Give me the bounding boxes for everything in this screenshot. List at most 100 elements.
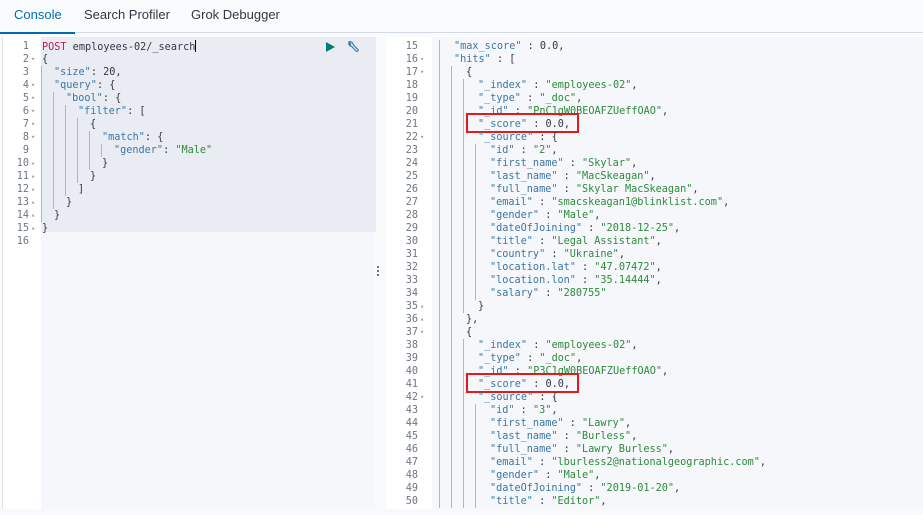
indent-guide [451,209,452,222]
indent-guide [53,170,54,183]
request-line: 7 ▾ { [3,118,375,131]
indent-guide [41,79,42,92]
tab-grok-debugger[interactable]: Grok Debugger [191,0,280,33]
fold-collapse-icon[interactable]: ▾ [420,131,424,144]
indent-guide [439,105,440,118]
line-number: 23 [405,145,418,156]
tab-search-profiler[interactable]: Search Profiler [84,0,170,33]
line-number: 19 [405,93,418,104]
line-number: 50 [405,496,418,507]
line-number: 38 [405,340,418,351]
code-text: "_source" : { [478,392,558,403]
response-line: 29 "dateOfJoining" : "2018-12-25", [386,222,923,235]
fold-expand-icon[interactable]: ▴ [31,196,35,209]
line-number: 5 [22,93,29,104]
indent-guide [451,391,452,404]
code-text: "hits" : [ [454,54,516,65]
code-text: "full_name" : "Skylar MacSkeagan", [490,184,699,195]
line-number: 43 [405,405,418,416]
response-editor[interactable]: 15 "max_score" : 0.0, 16 ▾ "hits" : [17 ▾{18 "… [386,37,923,509]
indent-guide [53,131,54,144]
code-text: { [466,327,473,338]
line-number: 17 [405,67,418,78]
fold-expand-icon[interactable]: ▴ [31,157,35,170]
indent-guide [463,222,464,235]
response-line: 42 ▾ "_source" : { [386,391,923,404]
indent-guide [439,53,440,66]
fold-expand-icon[interactable]: ▴ [31,222,35,235]
indent-guide [475,248,476,261]
indent-guide [475,482,476,495]
code-text: { [466,67,473,78]
indent-guide [451,287,452,300]
fold-collapse-icon[interactable]: ▾ [31,131,35,144]
code-text: "gender" : "Male", [490,210,601,221]
indent-guide [475,157,476,170]
play-icon[interactable] [326,42,335,52]
indent-guide [451,430,452,443]
response-line: 26 "full_name" : "Skylar MacSkeagan", [386,183,923,196]
indent-guide [451,261,452,274]
fold-collapse-icon[interactable]: ▾ [31,92,35,105]
code-text: "match": { [102,132,164,143]
fold-collapse-icon[interactable]: ▾ [420,66,424,79]
indent-guide [463,482,464,495]
fold-collapse-icon[interactable]: ▾ [420,326,424,339]
indent-guide [41,105,42,118]
indent-guide [475,183,476,196]
indent-guide [463,209,464,222]
indent-guide [439,378,440,391]
code-text: } [90,171,97,182]
line-number: 34 [405,288,418,299]
response-line: 38 "_index" : "employees-02", [386,339,923,352]
fold-expand-icon[interactable]: ▴ [31,209,35,222]
indent-guide [77,144,78,157]
fold-collapse-icon[interactable]: ▾ [420,53,424,66]
fold-expand-icon[interactable]: ▴ [420,300,424,313]
fold-collapse-icon[interactable]: ▾ [420,391,424,404]
code-text: "query": { [54,80,116,91]
indent-guide [451,300,452,313]
code-text: "country" : "Ukraine", [490,249,625,260]
indent-guide [451,365,452,378]
indent-guide [439,417,440,430]
request-line: 10 ▴} [3,157,375,170]
line-number: 1 [22,41,29,52]
indent-guide [475,287,476,300]
request-line: 5 ▾ "bool": { [3,92,375,105]
indent-guide [475,235,476,248]
fold-expand-icon[interactable]: ▴ [31,170,35,183]
indent-guide [451,495,452,508]
wrench-icon[interactable] [346,40,360,54]
score-highlight-box [466,113,579,133]
indent-guide [451,170,452,183]
fold-collapse-icon[interactable]: ▾ [31,105,35,118]
request-line: 12 ▴] [3,183,375,196]
indent-guide [463,274,464,287]
indent-guide [451,131,452,144]
indent-guide [475,170,476,183]
line-number: 18 [405,80,418,91]
code-text: { [90,119,97,130]
indent-guide [475,456,476,469]
tab-console[interactable]: Console [0,0,75,34]
fold-collapse-icon[interactable]: ▾ [31,79,35,92]
indent-guide [65,144,66,157]
indent-guide [65,170,66,183]
fold-expand-icon[interactable]: ▴ [420,313,424,326]
code-text: "email" : "lburless2@nationalgeographic.… [490,457,767,468]
code-text: "_type" : "_doc", [478,353,583,364]
indent-guide [53,157,54,170]
line-number: 16 [16,236,29,247]
indent-guide [475,430,476,443]
pane-resize-handle[interactable] [376,266,380,278]
fold-collapse-icon[interactable]: ▾ [31,118,35,131]
indent-guide [475,404,476,417]
request-editor[interactable]: 1 POST employees-02/_search 2 ▾{3 "size": 20… [2,37,387,509]
fold-expand-icon[interactable]: ▴ [31,183,35,196]
indent-guide [463,144,464,157]
request-line: 8 ▾ "match": { [3,131,375,144]
line-number: 40 [405,366,418,377]
fold-collapse-icon[interactable]: ▾ [31,53,35,66]
bottom-bar [0,509,923,515]
